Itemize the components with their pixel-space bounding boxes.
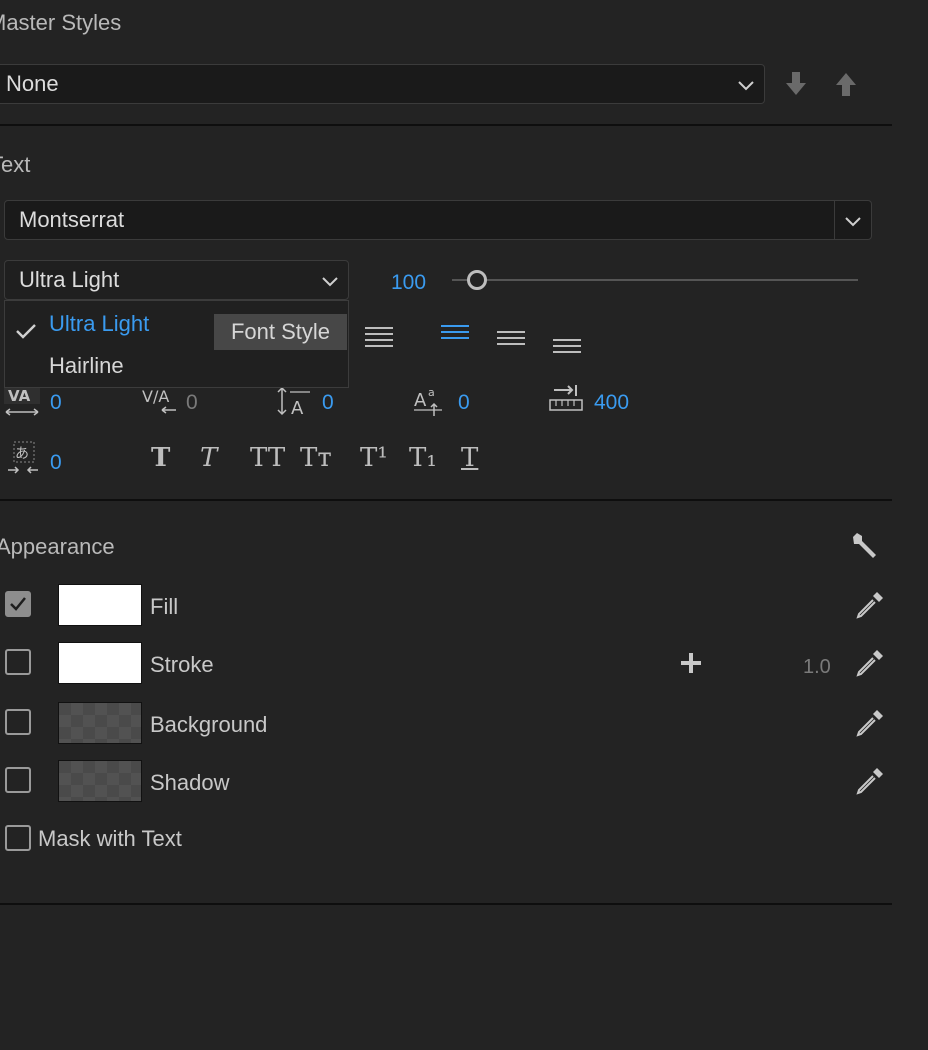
fill-label: Fill (150, 594, 179, 619)
master-styles-label: Master Styles (0, 10, 122, 35)
stroke-width-value[interactable]: 1.0 (803, 656, 831, 679)
justify-last-right-icon[interactable] (496, 322, 526, 352)
tsume-value[interactable]: 0 (50, 451, 62, 475)
menu-item-hairline[interactable]: Hairline (5, 349, 348, 387)
arrow-up-icon[interactable] (832, 70, 860, 98)
tsume-icon: あ (6, 440, 40, 476)
svg-text:A: A (414, 390, 427, 411)
slider-handle[interactable] (467, 270, 487, 290)
tab-width-value[interactable]: 400 (594, 391, 629, 415)
subscript-button[interactable]: T₁ (409, 443, 437, 473)
svg-text:VA: VA (8, 387, 31, 405)
divider (0, 903, 892, 905)
svg-text:あ: あ (15, 446, 29, 462)
fill-color-swatch[interactable] (58, 584, 142, 626)
all-caps-button[interactable]: TT (250, 443, 285, 473)
font-style-dropdown[interactable]: Ultra Light (4, 260, 349, 300)
dropdown-separator (834, 201, 835, 239)
stroke-label: Stroke (150, 652, 214, 677)
kerning-icon: VA (2, 384, 42, 418)
small-caps-button[interactable]: Tт (300, 443, 332, 473)
slider-track (452, 279, 858, 281)
shadow-label: Shadow (150, 770, 230, 795)
font-family-dropdown[interactable]: Montserrat (4, 200, 872, 240)
background-color-swatch[interactable] (58, 702, 142, 744)
arrow-down-icon[interactable] (782, 70, 810, 98)
tab-width-icon (548, 384, 584, 414)
superscript-button[interactable]: T¹ (360, 443, 388, 473)
master-styles-value: None (6, 71, 59, 96)
background-checkbox[interactable] (5, 709, 31, 735)
font-style-value: Ultra Light (19, 267, 120, 292)
underline-button[interactable]: T (461, 443, 478, 473)
menu-item-label: Hairline (49, 353, 124, 378)
add-stroke-icon[interactable] (678, 650, 704, 676)
text-section-label: Text (0, 152, 31, 177)
faux-italic-button[interactable]: T (200, 443, 217, 473)
eyedropper-icon[interactable] (854, 647, 886, 679)
justify-all-icon[interactable] (552, 330, 582, 360)
tracking-icon: V/A (140, 384, 178, 418)
chevron-down-icon (845, 207, 861, 233)
leading-icon: A (276, 384, 312, 418)
divider (0, 499, 892, 501)
svg-text:a: a (428, 386, 435, 399)
checkmark-icon (15, 319, 37, 345)
divider (0, 124, 892, 126)
font-size-slider[interactable] (452, 270, 858, 290)
menu-item-label: Ultra Light (49, 311, 150, 336)
eyedropper-icon[interactable] (854, 765, 886, 797)
font-style-tooltip: Font Style (214, 314, 347, 350)
chevron-down-icon (322, 267, 338, 293)
shadow-checkbox[interactable] (5, 767, 31, 793)
wrench-icon[interactable] (848, 530, 880, 562)
fill-checkbox[interactable] (5, 591, 31, 617)
svg-text:V/A: V/A (142, 387, 169, 406)
tracking-value[interactable]: 0 (186, 391, 198, 415)
eyedropper-icon[interactable] (854, 589, 886, 621)
chevron-down-icon (738, 71, 754, 97)
faux-bold-button[interactable]: T (151, 443, 170, 473)
mask-with-text-checkbox[interactable] (5, 825, 31, 851)
justify-last-center-icon[interactable] (440, 318, 470, 348)
svg-text:A: A (291, 398, 304, 418)
stroke-color-swatch[interactable] (58, 642, 142, 684)
shadow-color-swatch[interactable] (58, 760, 142, 802)
mask-with-text-label: Mask with Text (38, 826, 182, 851)
stroke-checkbox[interactable] (5, 649, 31, 675)
leading-value[interactable]: 0 (322, 391, 334, 415)
eyedropper-icon[interactable] (854, 707, 886, 739)
kerning-value[interactable]: 0 (50, 391, 62, 415)
font-size-value[interactable]: 100 (391, 271, 426, 295)
baseline-shift-value[interactable]: 0 (458, 391, 470, 415)
font-family-value: Montserrat (19, 207, 125, 232)
baseline-shift-icon: A a (412, 384, 448, 418)
background-label: Background (150, 712, 268, 737)
master-styles-dropdown[interactable]: None (0, 64, 765, 104)
appearance-label: Appearance (0, 534, 115, 559)
align-justify-left-icon[interactable] (364, 322, 394, 352)
